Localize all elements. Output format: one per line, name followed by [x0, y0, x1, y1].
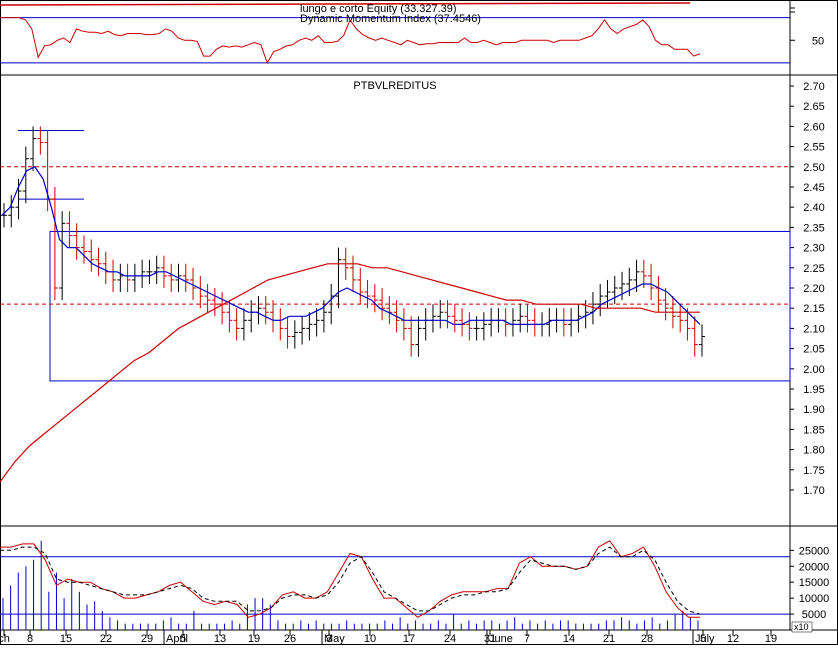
price-y-tick-label: 1.85 — [803, 424, 824, 436]
price-y-tick-label: 1.95 — [803, 384, 824, 396]
x-tick-label: 22 — [100, 633, 112, 645]
ma-long-line — [0, 263, 700, 483]
x-tick-label: 28 — [641, 633, 653, 645]
price-title: PTBVLREDITUS — [353, 80, 436, 92]
price-y-tick-label: 1.90 — [803, 404, 824, 416]
price-y-tick-label: 2.00 — [803, 364, 824, 376]
price-y-tick-label: 2.70 — [803, 81, 824, 93]
x-tick-label: 26 — [284, 633, 296, 645]
x-tick-label: 13 — [214, 633, 226, 645]
chart-canvas: lungo e corto Equity (33.327.39)Dynamic … — [0, 0, 838, 645]
price-y-tick-label: 2.25 — [803, 263, 824, 275]
oscillator-red-line — [0, 540, 700, 618]
x-tick-label: 14 — [563, 633, 575, 645]
outer-frame — [0, 0, 838, 645]
volume-y-tick-label: 5000 — [802, 609, 826, 621]
x-tick-label: 29 — [141, 633, 153, 645]
dmi-y-tick-label: 50 — [812, 35, 824, 47]
x-tick-label: 19 — [765, 633, 777, 645]
price-y-tick-label: 2.60 — [803, 121, 824, 133]
price-y-tick-label: 2.05 — [803, 344, 824, 356]
x-tick-label: 21 — [603, 633, 615, 645]
x-tick-label: 15 — [60, 633, 72, 645]
month-label: July — [695, 633, 715, 645]
month-label: June — [489, 633, 513, 645]
month-label: April — [166, 633, 188, 645]
price-y-tick-label: 1.75 — [803, 465, 824, 477]
price-y-tick-label: 1.80 — [803, 445, 824, 457]
x-tick-label: 24 — [444, 633, 456, 645]
x-tick-label: 19 — [248, 633, 260, 645]
price-y-tick-label: 2.65 — [803, 101, 824, 113]
price-y-tick-label: 2.55 — [803, 142, 824, 154]
price-y-tick-label: 1.70 — [803, 485, 824, 497]
x-tick-label: 10 — [364, 633, 376, 645]
price-y-tick-label: 2.35 — [803, 222, 824, 234]
support-resistance-box — [49, 230, 791, 382]
chart-window: lungo e corto Equity (33.327.39) Dynamic … — [0, 0, 838, 645]
x-tick-label: ch — [0, 633, 10, 645]
price-y-tick-label: 2.30 — [803, 243, 824, 255]
price-y-tick-label: 2.10 — [803, 323, 824, 335]
volume-y-tick-label: 25000 — [799, 545, 830, 557]
x-tick-label: 17 — [403, 633, 415, 645]
volume-y-tick-label: 10000 — [799, 593, 830, 605]
volume-y-tick-label: 15000 — [799, 577, 830, 589]
volume-y-tick-label: 20000 — [799, 561, 830, 573]
price-y-tick-label: 2.20 — [803, 283, 824, 295]
price-y-tick-label: 2.50 — [803, 162, 824, 174]
dmi-title-line2: Dynamic Momentum Index (37.4546) — [300, 13, 481, 25]
ma-short-line — [1, 166, 701, 325]
x-tick-label: 12 — [727, 633, 739, 645]
multiplier-label: x10 — [794, 622, 809, 632]
x-tick-label: 7 — [524, 633, 530, 645]
price-y-tick-label: 2.15 — [803, 303, 824, 315]
month-label: May — [324, 633, 345, 645]
price-y-tick-label: 2.45 — [803, 182, 824, 194]
price-y-tick-label: 2.40 — [803, 202, 824, 214]
x-tick-label: 8 — [27, 633, 33, 645]
